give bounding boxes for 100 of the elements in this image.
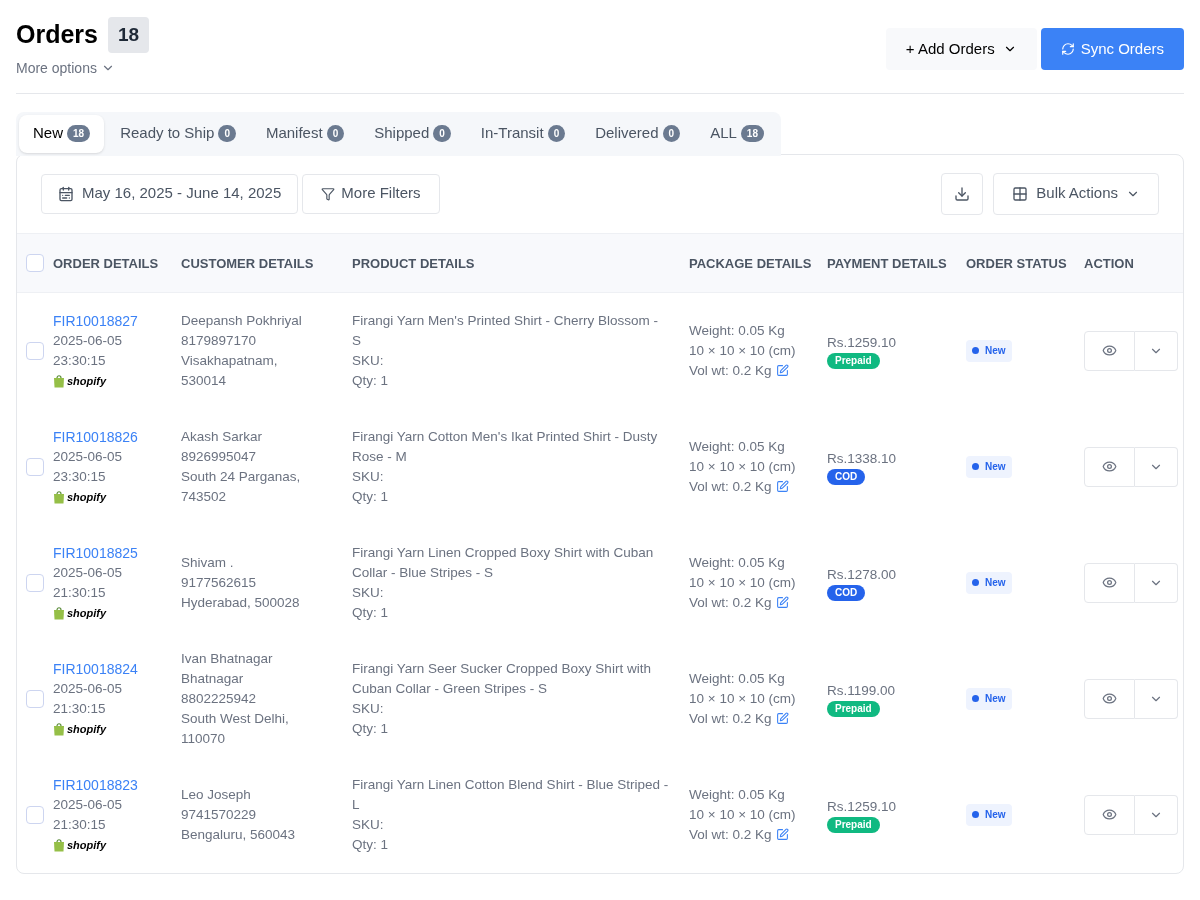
- sku-label: SKU:: [352, 699, 384, 718]
- package-weight: Weight: 0.05 Kg: [689, 669, 785, 688]
- checkbox[interactable]: [26, 689, 44, 708]
- column-header: CUSTOMER DETAILS: [181, 255, 314, 271]
- order-id-link[interactable]: FIR10018827: [53, 310, 138, 331]
- product-name: Firangi Yarn Men's Printed Shirt - Cherry Blossom - S: [352, 311, 659, 350]
- order-id-link[interactable]: FIR10018823: [53, 774, 138, 795]
- tab-count-badge: 0: [326, 125, 345, 142]
- payment-type-badge: Prepaid: [827, 700, 880, 717]
- shopping-bag-icon: [53, 605, 65, 620]
- more-filters-button[interactable]: More Filters: [302, 173, 440, 214]
- payment-amount: Rs.1259.10: [827, 797, 897, 816]
- add-orders-button[interactable]: + Add Orders: [885, 28, 1037, 70]
- order-id-link[interactable]: FIR10018824: [53, 658, 138, 679]
- customer-detail: Visakhapatnam,: [181, 351, 278, 370]
- customer-detail: Akash Sarkar: [181, 427, 263, 446]
- view-button[interactable]: [1084, 562, 1135, 603]
- status-tab[interactable]: Manifest 0: [251, 114, 359, 153]
- download-button[interactable]: [941, 172, 984, 215]
- shopify-logo: shopify: [53, 834, 107, 855]
- status-badge: New: [966, 339, 1012, 362]
- view-button[interactable]: [1084, 330, 1135, 371]
- tab-count-badge: 0: [662, 125, 681, 142]
- eye-icon: [1102, 343, 1117, 358]
- customer-detail: Ivan Bhatnagar: [181, 649, 273, 668]
- product-name: Firangi Yarn Seer Sucker Cropped Boxy Shirt with Cuban Collar - Green Stripes - S: [352, 659, 652, 698]
- package-dimensions: 10 × 10 × 10 (cm): [689, 805, 796, 824]
- status-tab[interactable]: Shipped 0: [360, 114, 465, 153]
- order-date: 2025-06-05: [53, 447, 123, 466]
- order-time: 23:30:15: [53, 467, 106, 486]
- calendar-icon: [58, 185, 74, 202]
- edit-icon[interactable]: [775, 712, 789, 725]
- customer-detail: South 24 Parganas,: [181, 467, 301, 486]
- status-tab[interactable]: New 18: [19, 114, 105, 153]
- status-tab[interactable]: ALL 18: [696, 114, 778, 153]
- sku-label: SKU:: [352, 815, 384, 834]
- column-header: ORDER STATUS: [966, 255, 1067, 271]
- checkbox[interactable]: [26, 253, 44, 272]
- refresh-icon: [1060, 42, 1075, 56]
- payment-amount: Rs.1259.10: [827, 333, 897, 352]
- customer-detail: Deepansh Pokhriyal: [181, 311, 302, 330]
- order-id-link[interactable]: FIR10018825: [53, 542, 138, 563]
- payment-amount: Rs.1199.00: [827, 681, 896, 700]
- sync-orders-button[interactable]: Sync Orders: [1040, 28, 1184, 70]
- tab-count-badge: 0: [547, 125, 566, 142]
- column-header: ORDER DETAILS: [53, 255, 159, 271]
- status-badge: New: [966, 455, 1012, 478]
- payment-type-badge: COD: [827, 584, 866, 601]
- customer-detail: Leo Joseph: [181, 785, 251, 804]
- order-date: 2025-06-05: [53, 795, 123, 814]
- checkbox[interactable]: [26, 573, 44, 592]
- order-count-badge: 18: [108, 16, 150, 53]
- status-badge: New: [966, 687, 1012, 710]
- shopping-bag-icon: [53, 373, 65, 388]
- filter-icon: [321, 186, 336, 201]
- package-weight: Weight: 0.05 Kg: [689, 553, 785, 572]
- customer-detail: 110070: [181, 729, 226, 748]
- column-header: ACTION: [1084, 255, 1134, 271]
- view-button[interactable]: [1084, 446, 1135, 487]
- status-tab[interactable]: Ready to Ship 0: [106, 114, 250, 153]
- customer-detail: Bengaluru, 560043: [181, 825, 296, 844]
- status-tab[interactable]: In-Transit 0: [466, 114, 580, 153]
- customer-detail: 530014: [181, 371, 227, 390]
- shopping-bag-icon: [53, 837, 65, 852]
- view-button[interactable]: [1084, 794, 1135, 835]
- edit-icon[interactable]: [775, 596, 789, 609]
- package-dimensions: 10 × 10 × 10 (cm): [689, 573, 796, 592]
- status-tab[interactable]: Delivered 0: [581, 114, 695, 153]
- order-id-link[interactable]: FIR10018826: [53, 426, 138, 447]
- eye-icon: [1102, 807, 1117, 822]
- customer-detail: 9741570229: [181, 805, 257, 824]
- more-options-button[interactable]: More options: [16, 57, 115, 79]
- order-time: 21:30:15: [53, 815, 106, 834]
- volumetric-weight: Vol wt: 0.2 Kg: [689, 709, 772, 728]
- payment-type-badge: COD: [827, 468, 866, 485]
- checkbox[interactable]: [26, 341, 44, 360]
- shopify-logo: shopify: [53, 486, 107, 507]
- edit-icon[interactable]: [775, 828, 789, 841]
- view-button[interactable]: [1084, 678, 1135, 719]
- volumetric-weight: Vol wt: 0.2 Kg: [689, 825, 772, 844]
- checkbox[interactable]: [26, 805, 44, 824]
- payment-type-badge: Prepaid: [827, 352, 880, 369]
- eye-icon: [1102, 459, 1117, 474]
- date-range-button[interactable]: May 16, 2025 - June 14, 2025: [41, 173, 299, 214]
- order-time: 21:30:15: [53, 699, 106, 718]
- order-date: 2025-06-05: [53, 563, 123, 582]
- column-header: PAYMENT DETAILS: [827, 255, 947, 271]
- checkbox[interactable]: [26, 457, 44, 476]
- payment-type-badge: Prepaid: [827, 816, 880, 833]
- customer-detail: 743502: [181, 487, 227, 506]
- edit-icon[interactable]: [775, 480, 789, 493]
- payment-amount: Rs.1338.10: [827, 449, 897, 468]
- eye-icon: [1102, 575, 1117, 590]
- edit-icon[interactable]: [775, 364, 789, 377]
- quantity: Qty: 1: [352, 487, 388, 506]
- package-dimensions: 10 × 10 × 10 (cm): [689, 689, 796, 708]
- customer-detail: South West Delhi,: [181, 709, 289, 728]
- bulk-actions-button[interactable]: Bulk Actions: [993, 172, 1159, 215]
- customer-detail: Hyderabad, 500028: [181, 593, 300, 612]
- download-icon: [954, 185, 971, 202]
